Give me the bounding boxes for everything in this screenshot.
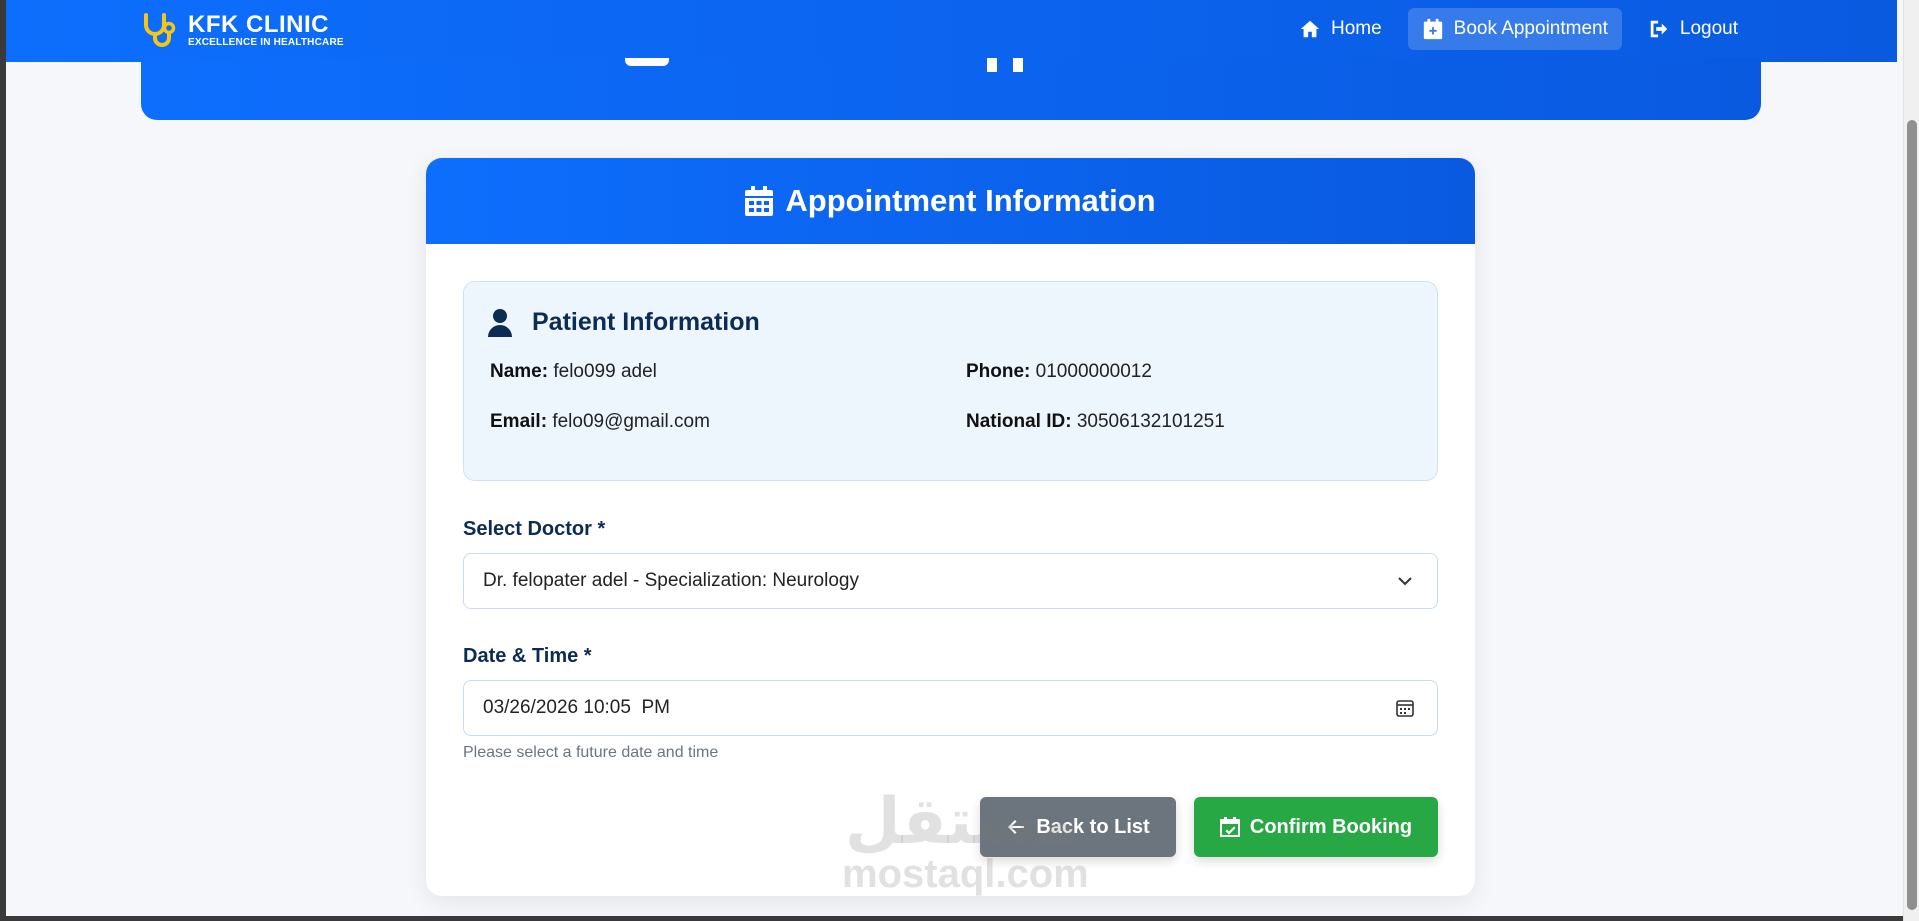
brand[interactable]: KFK CLINIC EXCELLENCE IN HEALTHCARE [140, 12, 344, 48]
nav-book-appointment-label: Book Appointment [1453, 18, 1608, 39]
back-to-list-label: Back to List [1036, 815, 1150, 838]
chevron-down-icon [1398, 577, 1412, 586]
datetime-input-value: 03/26/2026 10:05 PM [483, 697, 670, 718]
patient-info-title: Patient Information [532, 308, 760, 336]
patient-phone: Phone: 01000000012 [966, 361, 1152, 383]
window-frame-left [0, 0, 6, 921]
patient-email-label: Email: [490, 411, 548, 432]
datetime-label: Date & Time * [463, 645, 592, 667]
hero-text-fragment [625, 58, 669, 66]
calendar-plus-icon [1423, 18, 1442, 40]
window-frame-bottom [0, 916, 1919, 921]
patient-name-value: felo099 adel [553, 361, 657, 382]
appointment-card: Appointment Information Patient Informat… [426, 158, 1475, 896]
calendar-picker-icon[interactable] [1395, 698, 1415, 718]
patient-national-id: National ID: 30506132101251 [966, 411, 1225, 433]
user-icon [488, 308, 512, 337]
datetime-input[interactable]: 03/26/2026 10:05 PM [463, 680, 1438, 736]
nav-book-appointment[interactable]: Book Appointment [1407, 8, 1622, 50]
scrollbar-thumb[interactable] [1907, 120, 1917, 910]
card-header: Appointment Information [426, 158, 1475, 244]
patient-national-id-value: 30506132101251 [1076, 411, 1225, 432]
patient-phone-value: 01000000012 [1035, 361, 1152, 382]
page-scrollbar[interactable] [1903, 0, 1919, 921]
patient-phone-label: Phone: [966, 361, 1031, 382]
patient-name: Name: felo099 adel [490, 361, 657, 383]
nav-home[interactable]: Home [1285, 8, 1396, 50]
hero-text-fragment [1013, 58, 1023, 72]
patient-email-value: felo09@gmail.com [552, 411, 710, 432]
logout-icon [1650, 20, 1668, 38]
calendar-icon [745, 186, 774, 216]
card-title: Appointment Information [785, 183, 1156, 218]
confirm-booking-button[interactable]: Confirm Booking [1194, 797, 1438, 857]
back-to-list-button[interactable]: Back to List [980, 797, 1176, 857]
home-icon [1300, 20, 1320, 38]
patient-national-id-label: National ID: [966, 411, 1072, 432]
nav-logout-label: Logout [1679, 18, 1738, 39]
confirm-booking-label: Confirm Booking [1249, 815, 1413, 838]
patient-info-box: Patient Information Name: felo099 adel P… [463, 281, 1438, 481]
navbar: KFK CLINIC EXCELLENCE IN HEALTHCARE Home… [6, 0, 1897, 62]
calendar-check-icon [1219, 817, 1240, 837]
doctor-label: Select Doctor * [463, 518, 606, 540]
nav-links: Home Book Appointment Logout [1285, 8, 1752, 50]
nav-home-label: Home [1330, 18, 1382, 39]
brand-tagline: EXCELLENCE IN HEALTHCARE [188, 36, 344, 48]
nav-logout[interactable]: Logout [1634, 8, 1752, 50]
stethoscope-icon [144, 13, 176, 47]
hero-text-fragment [987, 58, 997, 72]
patient-email: Email: felo09@gmail.com [490, 411, 710, 433]
doctor-select[interactable]: Dr. felopater adel - Specialization: Neu… [463, 553, 1438, 609]
hero-banner [141, 58, 1761, 120]
doctor-select-value: Dr. felopater adel - Specialization: Neu… [483, 570, 859, 591]
patient-name-label: Name: [490, 361, 549, 382]
datetime-hint: Please select a future date and time [463, 744, 719, 761]
arrow-left-icon [1008, 820, 1025, 834]
brand-name: KFK CLINIC [188, 10, 329, 38]
